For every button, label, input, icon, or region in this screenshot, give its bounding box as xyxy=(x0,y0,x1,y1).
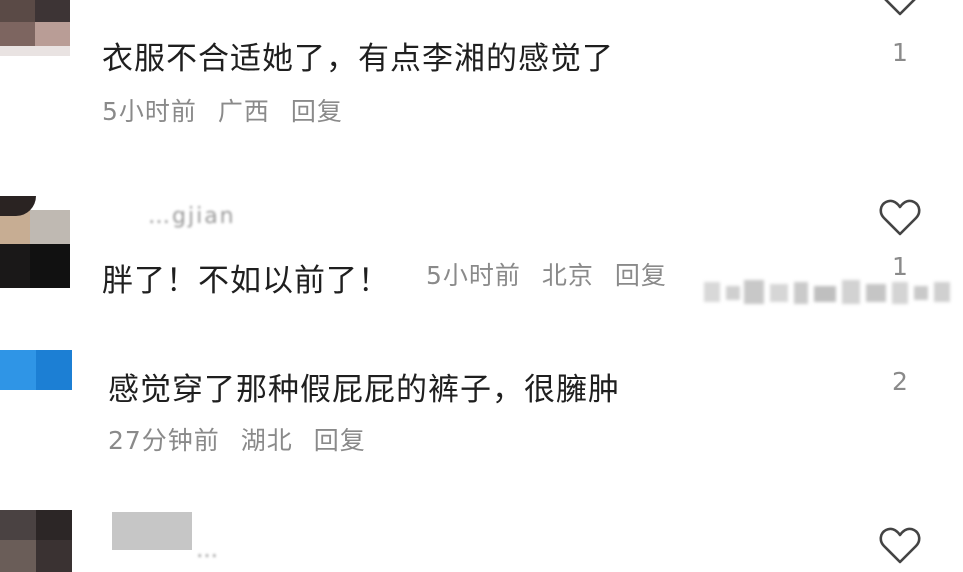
like-count: 2 xyxy=(892,367,908,396)
watermark xyxy=(704,276,952,310)
avatar[interactable] xyxy=(0,510,72,572)
heart-outline-icon[interactable] xyxy=(878,526,922,566)
avatar[interactable] xyxy=(0,0,70,56)
comment-meta: 5小时前 广西 回复 xyxy=(102,92,355,128)
comment-text: 衣服不合适她了，有点李湘的感觉了 xyxy=(102,41,614,77)
username-blur-block xyxy=(112,512,192,550)
comment-meta: 5小时前 北京 回复 xyxy=(426,256,679,292)
heart-outline-icon[interactable] xyxy=(878,198,922,238)
avatar[interactable] xyxy=(0,350,72,390)
comment-location: 北京 xyxy=(541,261,594,290)
username[interactable]: …gjian xyxy=(148,204,236,229)
like-count: 1 xyxy=(892,38,908,67)
avatar[interactable] xyxy=(0,196,70,288)
comment-time: 5小时前 xyxy=(426,261,521,290)
comment-time: 5小时前 xyxy=(102,97,197,126)
reply-button[interactable]: 回复 xyxy=(615,261,667,290)
username[interactable]: … xyxy=(196,538,220,563)
comment-location: 广西 xyxy=(217,97,270,126)
reply-button[interactable]: 回复 xyxy=(314,426,366,455)
heart-outline-icon[interactable] xyxy=(878,0,922,18)
comment-text: 感觉穿了那种假屁屁的裤子，很臃肿 xyxy=(108,372,620,408)
comment-location: 湖北 xyxy=(240,426,293,455)
comment-text: 胖了！不如以前了！ xyxy=(102,263,390,299)
reply-button[interactable]: 回复 xyxy=(291,97,343,126)
comment-time: 27分钟前 xyxy=(108,426,220,455)
comment-meta: 27分钟前 湖北 回复 xyxy=(108,421,378,457)
